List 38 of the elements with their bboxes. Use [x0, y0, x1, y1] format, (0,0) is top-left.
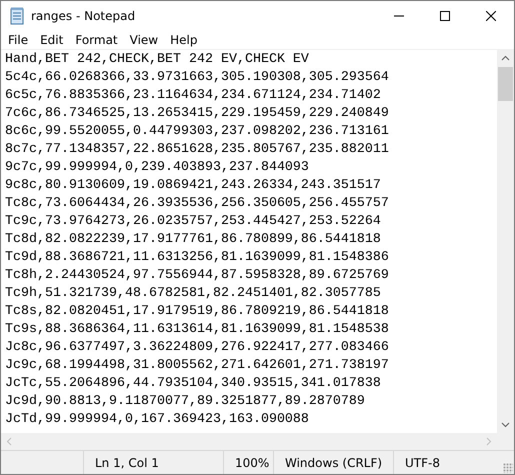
resize-grip[interactable] — [503, 463, 513, 473]
text-line: Tc8d,82.0822239,17.9177761,86.780899,86.5441818 — [5, 231, 381, 249]
menu-item[interactable]: Edit — [34, 30, 70, 50]
text-line: Tc9s,88.3686364,11.6313614,81.1639099,81.1548538 — [5, 321, 389, 339]
text-line: 9c7c,99.999994,0,239.403893,237.844093 — [5, 159, 309, 177]
text-line: Tc9h,51.321739,48.6782581,82.2451401,82.3057785 — [5, 285, 381, 303]
text-line: 5c4c,66.0268366,33.9731663,305.190308,305.293564 — [5, 69, 389, 87]
text-line: 6c5c,76.8835366,23.1164634,234.671124,234.71402 — [5, 87, 381, 105]
scrollbar-thumb[interactable] — [498, 67, 513, 101]
text-line: 9c8c,80.9130609,19.0869421,243.26334,243.351517 — [5, 177, 381, 195]
horizontal-scrollbar[interactable] — [1, 433, 497, 450]
maximize-icon — [440, 10, 450, 20]
text-line: Jc9c,68.1994498,31.8005562,271.642601,271.738197 — [5, 357, 389, 375]
text-line: Tc9d,88.3686721,11.6313256,81.1639099,81.1548386 — [5, 249, 389, 267]
cursor-position: Ln 1, Col 1 — [95, 456, 159, 470]
window-title: ranges - Notepad — [31, 8, 136, 22]
text-line: JcTc,55.2064896,44.7935104,340.93515,341.017838 — [5, 375, 381, 393]
text-line: 8c7c,77.1348357,22.8651628,235.805767,235.882011 — [5, 141, 389, 159]
text-line: Jc9d,90.8813,9.11870077,89.3251877,89.2870789 — [5, 393, 365, 411]
text-encoding: UTF-8 — [405, 456, 440, 470]
text-line: Jc8c,96.6377497,3.36224809,276.922417,277.083466 — [5, 339, 389, 357]
menu-item[interactable]: View — [124, 30, 164, 50]
zoom-level: 100% — [235, 456, 270, 470]
text-line: Hand,BET 242,CHECK,BET 242 EV,CHECK EV — [5, 51, 309, 69]
line-ending: Windows (CRLF) — [285, 456, 382, 470]
text-line: 8c6c,99.5520055,0.44799303,237.098202,236.713161 — [5, 123, 389, 141]
text-line: Tc9c,73.9764273,26.0235757,253.445427,253.52264 — [5, 213, 381, 231]
close-icon — [486, 10, 496, 20]
vertical-scrollbar[interactable] — [497, 50, 514, 433]
text-line: Tc8c,73.6064434,26.3935536,256.350605,256.455757 — [5, 195, 389, 213]
text-line: Tc8h,2.24430524,97.7556944,87.5958328,89.6725769 — [5, 267, 389, 285]
text-line: JcTd,99.999994,0,167.369423,163.090088 — [5, 411, 309, 429]
text-line: 7c6c,86.7346525,13.2653415,229.195459,229.240849 — [5, 105, 389, 123]
text-line: Tc8s,82.0820451,17.9179519,86.7809219,86.5441818 — [5, 303, 389, 321]
menu-item[interactable]: Format — [69, 30, 124, 50]
notepad-icon — [9, 6, 25, 24]
menu-item[interactable]: File — [2, 30, 34, 50]
menu-item[interactable]: Help — [164, 30, 204, 50]
